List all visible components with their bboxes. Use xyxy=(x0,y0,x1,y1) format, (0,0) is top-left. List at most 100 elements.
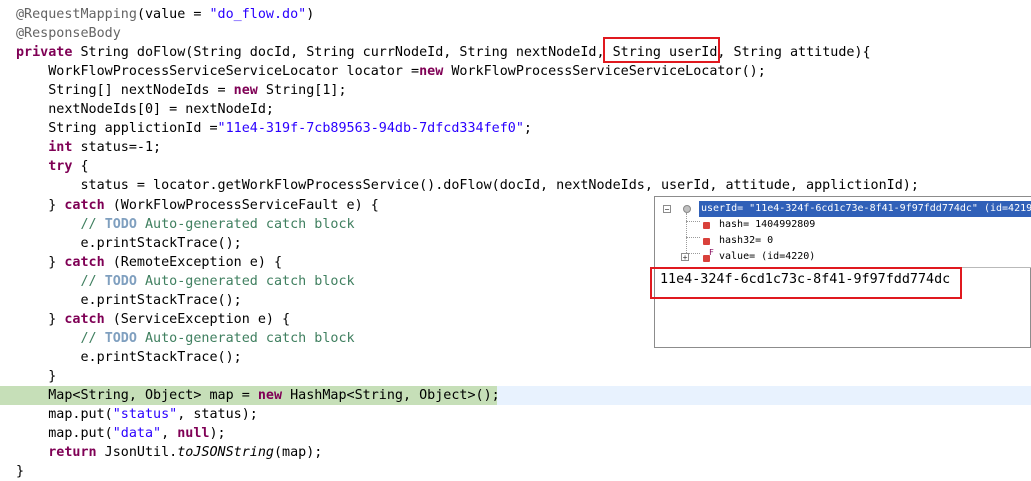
code-token: WorkFlowProcessServiceServiceLocator(); xyxy=(443,64,766,80)
code-token: status=-1; xyxy=(72,140,162,156)
code-token: } xyxy=(16,197,65,213)
code-token: TODO xyxy=(104,273,137,289)
code-line[interactable]: return JsonUtil.toJSONString(map); xyxy=(0,443,1031,462)
code-line[interactable]: } xyxy=(0,367,1031,386)
code-text: // TODO Auto-generated catch block xyxy=(16,216,355,232)
code-line[interactable]: WorkFlowProcessServiceServiceLocator loc… xyxy=(0,62,1031,81)
code-text: } xyxy=(16,464,24,479)
code-token: e.printStackTrace(); xyxy=(16,292,242,308)
code-token: Auto-generated catch block xyxy=(136,330,355,346)
expand-toggle-icon[interactable]: + xyxy=(681,253,689,262)
collapse-toggle-icon[interactable]: − xyxy=(663,205,671,214)
tree-node-label: hash32= 0 xyxy=(719,235,774,246)
code-token: int xyxy=(16,140,73,156)
code-token: } xyxy=(16,254,65,270)
code-token: TODO xyxy=(104,330,137,346)
code-token: (RemoteException e) { xyxy=(104,254,283,270)
code-token: { xyxy=(72,159,89,175)
code-text: String applictionId ="11e4-319f-7cb89563… xyxy=(16,121,532,136)
code-line[interactable]: @ResponseBody xyxy=(0,24,1031,43)
code-text: Map<String, Object> map = new HashMap<St… xyxy=(16,388,499,403)
code-token: , status); xyxy=(177,407,258,423)
code-token: String[1]; xyxy=(257,83,347,99)
code-text: } xyxy=(16,369,56,384)
code-token: new xyxy=(419,64,444,80)
object-info-icon xyxy=(683,205,691,213)
code-text: e.printStackTrace(); xyxy=(16,292,242,308)
field-icon xyxy=(703,222,710,229)
code-token: new xyxy=(233,83,258,99)
code-token: } xyxy=(16,311,65,327)
code-text: e.printStackTrace(); xyxy=(16,349,242,365)
code-token: // xyxy=(16,216,105,232)
code-line[interactable]: map.put("status", status); xyxy=(0,405,1031,424)
code-line[interactable]: nextNodeIds[0] = nextNodeId; xyxy=(0,100,1031,119)
code-token: // xyxy=(16,273,105,289)
code-text: status = locator.getWorkFlowProcessServi… xyxy=(16,178,919,194)
code-token: @ResponseBody xyxy=(16,26,121,42)
code-token: String doFlow(String docId, String currN… xyxy=(72,45,871,61)
code-line[interactable]: e.printStackTrace(); xyxy=(0,348,1031,367)
code-line[interactable]: } xyxy=(0,462,1031,481)
code-token: status = locator.getWorkFlowProcessServi… xyxy=(16,178,919,194)
code-token: nextNodeIds[0] = nextNodeId; xyxy=(16,102,274,118)
code-line-current[interactable]: Map<String, Object> map = new HashMap<St… xyxy=(0,386,1031,405)
code-token: Auto-generated catch block xyxy=(136,216,355,232)
highlight-box-userid-param xyxy=(603,37,720,63)
code-token: "status" xyxy=(112,407,178,423)
code-line[interactable]: map.put("data", null); xyxy=(0,424,1031,443)
code-token: catch xyxy=(64,197,105,213)
code-text: @RequestMapping(value = "do_flow.do") xyxy=(16,7,314,22)
code-text: return JsonUtil.toJSONString(map); xyxy=(16,445,322,460)
code-text: int status=-1; xyxy=(16,140,161,155)
code-text: nextNodeIds[0] = nextNodeId; xyxy=(16,102,274,117)
tree-node-label: hash= 1404992809 xyxy=(719,219,816,230)
tree-node-label: userId= "11e4-324f-6cd1c73e-8f41-9f97fdd… xyxy=(699,201,1031,217)
code-token: ); xyxy=(209,426,226,442)
code-line[interactable]: String[] nextNodeIds = new String[1]; xyxy=(0,81,1031,100)
code-token: TODO xyxy=(104,216,137,232)
code-line[interactable]: @RequestMapping(value = "do_flow.do") xyxy=(0,5,1031,24)
code-text: } catch (ServiceException e) { xyxy=(16,312,290,327)
code-token: String applictionId = xyxy=(16,121,218,137)
code-text: WorkFlowProcessServiceServiceLocator loc… xyxy=(16,64,766,79)
highlight-box-userid-value xyxy=(650,267,962,299)
code-text: @ResponseBody xyxy=(16,26,121,41)
code-token: private xyxy=(16,45,73,61)
code-token: ; xyxy=(523,121,532,137)
code-token: try xyxy=(16,159,73,175)
code-text: } catch (RemoteException e) { xyxy=(16,255,282,270)
code-text: map.put("data", null); xyxy=(16,426,226,442)
code-token: (WorkFlowProcessServiceFault e) { xyxy=(104,197,379,213)
code-token: (ServiceException e) { xyxy=(104,311,291,327)
code-line[interactable]: private String doFlow(String docId, Stri… xyxy=(0,43,1031,62)
code-token: catch xyxy=(64,311,105,327)
code-text: // TODO Auto-generated catch block xyxy=(16,330,355,346)
code-token: e.printStackTrace(); xyxy=(16,349,242,365)
code-token: WorkFlowProcessServiceServiceLocator loc… xyxy=(16,64,420,80)
code-token: "11e4-319f-7cb89563-94db-7dfcd334fef0" xyxy=(217,121,524,137)
code-line[interactable]: try { xyxy=(0,157,1031,176)
code-line[interactable]: String applictionId ="11e4-319f-7cb89563… xyxy=(0,119,1031,138)
code-token: (value = xyxy=(136,7,210,22)
code-token: e.printStackTrace(); xyxy=(16,235,242,251)
code-token: (map); xyxy=(274,445,323,461)
code-token: toJSONString xyxy=(177,445,274,461)
code-token: Map<String, Object> map = xyxy=(16,388,258,403)
code-line[interactable]: status = locator.getWorkFlowProcessServi… xyxy=(0,176,1031,195)
code-token: , xyxy=(161,426,178,442)
code-text: map.put("status", status); xyxy=(16,407,258,422)
code-text: try { xyxy=(16,159,89,175)
code-text: String[] nextNodeIds = new String[1]; xyxy=(16,83,347,99)
code-token: JsonUtil. xyxy=(96,445,178,461)
code-token: } xyxy=(16,368,57,384)
code-line[interactable]: int status=-1; xyxy=(0,138,1031,157)
code-token: return xyxy=(16,445,97,461)
code-text: private String doFlow(String docId, Stri… xyxy=(16,45,871,60)
variable-tree[interactable]: − userId= "11e4-324f-6cd1c73e-8f41-9f97f… xyxy=(655,197,1031,268)
code-token: "data" xyxy=(112,426,162,442)
code-token: catch xyxy=(64,254,105,270)
code-text: e.printStackTrace(); xyxy=(16,235,242,251)
code-text: // TODO Auto-generated catch block xyxy=(16,273,354,289)
code-token: new xyxy=(257,388,283,403)
